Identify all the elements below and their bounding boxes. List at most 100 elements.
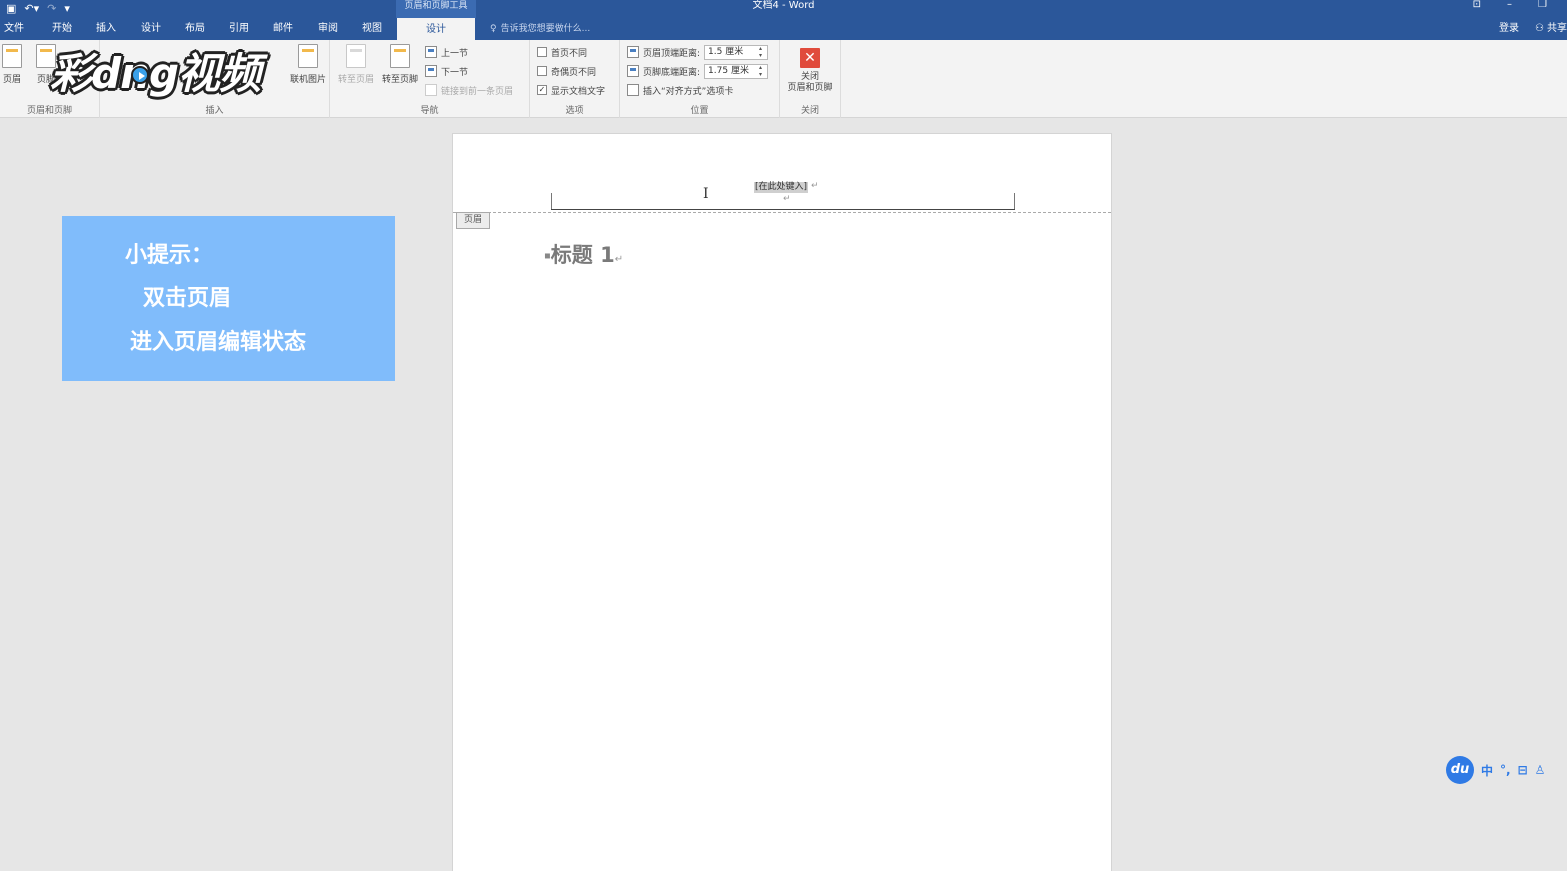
group-label-header-footer: 页眉和页脚 xyxy=(26,106,72,116)
goto-header-button[interactable]: 转至页眉 xyxy=(334,44,378,85)
ime-toolbar: du 中 °, ⊟ ♙ xyxy=(1446,756,1567,784)
header-tag: 页眉 xyxy=(456,212,490,229)
header-margin-left xyxy=(551,193,552,210)
restore-icon[interactable]: ❐ xyxy=(1538,0,1547,10)
goto-footer-icon xyxy=(390,44,410,68)
previous-icon xyxy=(425,46,437,58)
checkbox-unchecked-icon xyxy=(537,66,547,76)
different-first-page-checkbox[interactable]: 首页不同 xyxy=(537,44,587,60)
tip-title: 小提示： xyxy=(125,243,214,268)
header-position-icon xyxy=(627,46,639,58)
ime-toolbox-icon[interactable]: ⊟ xyxy=(1518,763,1528,777)
close-label-line2: 页眉和页脚 xyxy=(787,83,833,93)
header-underline xyxy=(551,209,1015,210)
save-icon[interactable]: ▣ xyxy=(6,0,16,18)
minimize-icon[interactable]: – xyxy=(1507,0,1512,10)
previous-section-button[interactable]: 上一节 xyxy=(425,44,468,60)
goto-header-label: 转至页眉 xyxy=(337,75,374,85)
online-pictures-label: 联机图片 xyxy=(289,75,326,85)
header-margin-right xyxy=(1014,193,1015,210)
show-document-text-label: 显示文档文字 xyxy=(551,86,606,97)
quick-access-toolbar: ▣ ↶▾ ↷ ▾ xyxy=(6,0,70,18)
group-label-navigation: 导航 xyxy=(420,106,439,116)
tab-file[interactable]: 文件 xyxy=(4,18,24,40)
context-tool-label: 页眉和页脚工具 xyxy=(396,0,476,18)
different-odd-even-checkbox[interactable]: 奇偶页不同 xyxy=(537,63,596,79)
share-button[interactable]: ⚇ 共享 xyxy=(1535,18,1567,40)
header-boundary xyxy=(453,212,1111,213)
group-close: ✕ 关闭 页眉和页脚 关闭 xyxy=(780,40,841,118)
footer-from-bottom-label: 页脚底端距离: xyxy=(643,67,701,78)
link-to-previous-label: 链接到前一条页眉 xyxy=(441,86,514,97)
group-navigation: 转至页眉 转至页脚 上一节 下一节 链接到前一条页眉 导航 xyxy=(330,40,530,118)
online-picture-icon xyxy=(298,44,318,68)
ribbon-tabs: 文件 开始 插入 设计 布局 引用 邮件 审阅 视图 设计 ♀ 告诉我您想要做什… xyxy=(0,18,1567,40)
tip-line-edit-state: 进入页眉编辑状态 xyxy=(130,330,307,355)
tab-design[interactable]: 设计 xyxy=(141,18,161,40)
link-icon xyxy=(425,84,437,96)
alignment-tab-icon xyxy=(627,84,639,96)
tab-layout[interactable]: 布局 xyxy=(185,18,205,40)
ribbon-display-icon[interactable]: ⊡ xyxy=(1473,0,1481,10)
close-label-line1: 关闭 xyxy=(800,72,819,82)
tab-view[interactable]: 视图 xyxy=(362,18,382,40)
header-from-top-row: 页眉顶端距离: 1.5 厘米 xyxy=(627,44,769,60)
header-button-label: 页眉 xyxy=(2,75,21,85)
ime-punctuation-icon[interactable]: °, xyxy=(1500,763,1511,777)
checkbox-unchecked-icon xyxy=(537,47,547,57)
group-position: 页眉顶端距离: 1.5 厘米 页脚底端距离: 1.75 厘米 插入“对齐方式”选… xyxy=(620,40,780,118)
ime-logo[interactable]: du xyxy=(1446,756,1474,784)
window-controls: ⊡ – ❐ xyxy=(1473,0,1547,10)
goto-footer-button[interactable]: 转至页脚 xyxy=(378,44,422,85)
online-pictures-button[interactable]: 联机图片 xyxy=(285,44,331,85)
tab-home[interactable]: 开始 xyxy=(52,18,72,40)
different-first-page-label: 首页不同 xyxy=(551,48,588,59)
group-label-options: 选项 xyxy=(565,106,584,116)
tell-me-text: 告诉我您想要做什么... xyxy=(500,24,591,34)
lightbulb-icon: ♀ xyxy=(490,24,497,34)
tab-review[interactable]: 审阅 xyxy=(318,18,338,40)
heading-bullet-icon: ▪ xyxy=(544,250,551,262)
insert-alignment-tab-button[interactable]: 插入“对齐方式”选项卡 xyxy=(627,82,733,98)
customize-icon[interactable]: ▾ xyxy=(64,0,70,18)
header-placeholder[interactable]: [在此处键入] xyxy=(754,182,809,193)
tab-insert[interactable]: 插入 xyxy=(96,18,116,40)
tab-mailings[interactable]: 邮件 xyxy=(273,18,293,40)
show-document-text-checkbox[interactable]: ✓ 显示文档文字 xyxy=(537,82,605,98)
footer-from-bottom-row: 页脚底端距离: 1.75 厘米 xyxy=(627,63,769,79)
header-icon xyxy=(2,44,22,68)
header-from-top-spinner[interactable]: 1.5 厘米 xyxy=(704,44,769,60)
previous-section-label: 上一节 xyxy=(441,48,469,59)
heading-1[interactable]: ▪标题 1↵ xyxy=(544,239,623,269)
different-odd-even-label: 奇偶页不同 xyxy=(551,67,597,78)
tab-header-footer-design[interactable]: 设计 xyxy=(397,18,475,40)
undo-icon[interactable]: ↶▾ xyxy=(24,0,39,18)
group-label-close: 关闭 xyxy=(800,106,819,116)
next-section-button[interactable]: 下一节 xyxy=(425,63,468,79)
link-to-previous-button[interactable]: 链接到前一条页眉 xyxy=(425,82,513,98)
close-header-footer-button[interactable]: ✕ 关闭 页眉和页脚 xyxy=(782,48,838,94)
ime-chinese-mode[interactable]: 中 xyxy=(1481,762,1493,779)
sign-in-link[interactable]: 登录 xyxy=(1499,18,1519,40)
tip-box: 小提示： 双击页眉 进入页眉编辑状态 xyxy=(62,216,395,381)
text-cursor-icon: I xyxy=(703,186,709,202)
footer-position-icon xyxy=(627,65,639,77)
redo-icon[interactable]: ↷ xyxy=(47,0,56,18)
insert-alignment-tab-label: 插入“对齐方式”选项卡 xyxy=(643,86,734,97)
tab-references[interactable]: 引用 xyxy=(229,18,249,40)
next-section-label: 下一节 xyxy=(441,67,469,78)
document-title: 文档4 - Word xyxy=(752,0,815,11)
paragraph-mark: ↵ xyxy=(811,181,819,191)
next-icon xyxy=(425,65,437,77)
checkmark-icon: ✓ xyxy=(537,85,547,95)
tell-me-box[interactable]: ♀ 告诉我您想要做什么... xyxy=(490,18,590,40)
play-icon xyxy=(131,66,149,84)
goto-header-icon xyxy=(346,44,366,68)
goto-footer-label: 转至页脚 xyxy=(381,75,418,85)
paragraph-mark: ↵ xyxy=(783,194,791,204)
heading-text: 标题 1 xyxy=(550,243,615,267)
footer-from-bottom-spinner[interactable]: 1.75 厘米 xyxy=(704,63,769,79)
document-page[interactable]: [在此处键入] ↵ ↵ I 页眉 ▪标题 1↵ xyxy=(452,133,1112,871)
ime-user-icon[interactable]: ♙ xyxy=(1535,763,1546,777)
group-options: 首页不同 奇偶页不同 ✓ 显示文档文字 选项 xyxy=(530,40,620,118)
